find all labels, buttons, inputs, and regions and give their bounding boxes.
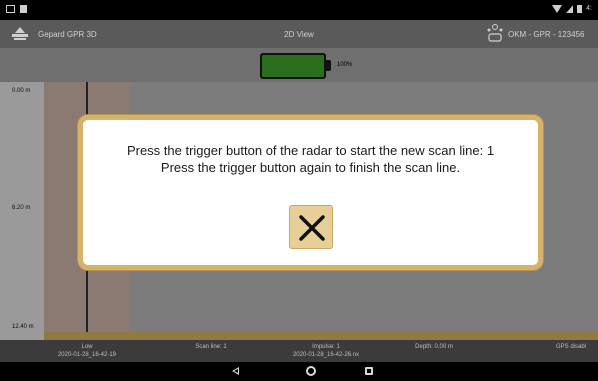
- depth-info: Depth: 0.00 m: [415, 344, 453, 350]
- impulse-label: Impulse: 1: [312, 344, 340, 350]
- wifi-icon: [552, 5, 563, 13]
- dialog-line-2: Press the trigger button again to finish…: [160, 160, 461, 175]
- scan-line-info: Scan line: 1: [195, 344, 227, 350]
- app-notification-icon: [20, 5, 27, 13]
- file-name-left: 2020-01-28_16-42-19: [57, 352, 117, 358]
- recents-icon[interactable]: [365, 367, 373, 375]
- app-toolbar: Gepard GPR 3D 2D View OKM - GPR - 123456: [0, 20, 598, 48]
- battery-row: 100%: [0, 48, 598, 82]
- notification-icon: [6, 5, 15, 13]
- battery-tip: [326, 60, 331, 71]
- status-bar: 4:: [0, 0, 598, 20]
- close-button[interactable]: [289, 205, 333, 249]
- dialog-line-1: Press the trigger button of the radar to…: [126, 143, 495, 158]
- home-icon[interactable]: [306, 366, 316, 376]
- gain-info: Low 2020-01-28_16-42-19: [44, 343, 130, 359]
- battery-percent: 100%: [337, 62, 353, 68]
- depth-label: 6.20 m: [12, 205, 31, 211]
- impulse-info: Impulse: 1 2020-01-28_16-42-26.nx: [276, 343, 376, 359]
- gps-info: GPS disabl: [556, 344, 587, 350]
- gain-label: Low: [81, 344, 93, 350]
- scan-instruction-dialog: Press the trigger button of the radar to…: [78, 115, 543, 270]
- device-name: OKM - GPR - 123456: [508, 30, 585, 39]
- dialog-message: Press the trigger button of the radar to…: [83, 142, 538, 176]
- signal-icon: [566, 5, 574, 13]
- depth-ruler: 0.00 m 6.20 m 12.40 m: [0, 82, 44, 340]
- battery-status-icon: [577, 5, 583, 13]
- battery-icon: [260, 53, 326, 79]
- scan-progress-strip: [44, 332, 598, 340]
- depth-label: 12.40 m: [12, 324, 34, 330]
- close-x-icon: [299, 215, 325, 241]
- status-clock: 4:: [586, 5, 592, 12]
- back-icon[interactable]: [232, 367, 239, 375]
- screen: 4: Gepard GPR 3D 2D View OKM - GPR - 123…: [0, 0, 598, 381]
- info-bar: Low 2020-01-28_16-42-19 Scan line: 1 Imp…: [0, 340, 598, 362]
- depth-label: 0.00 m: [12, 88, 31, 94]
- file-name-right: 2020-01-28_16-42-26.nx: [292, 352, 360, 358]
- navigation-bar: [0, 362, 598, 381]
- device-connection-icon[interactable]: [486, 23, 504, 43]
